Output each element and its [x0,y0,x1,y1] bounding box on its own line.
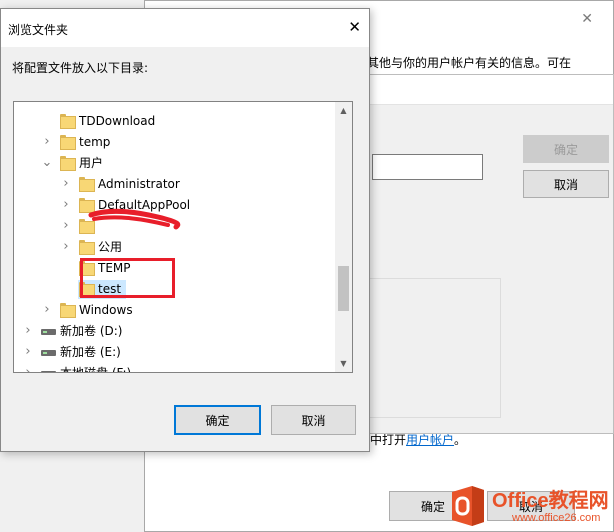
tree-item[interactable]: › 新加卷 (D:) [14,321,334,342]
folder-icon [60,135,76,150]
link-prefix: 中打开 [370,433,407,447]
edit-ok-button: 确定 [523,135,609,163]
tree-item-label: Administrator [98,177,180,191]
tree-item[interactable]: › Administrator [14,174,334,195]
tree-item-label: 新加卷 (D:) [60,324,123,338]
folder-icon [60,156,76,171]
user-accounts-link[interactable]: 用户帐户 [406,433,454,447]
edit-cancel-button[interactable]: 取消 [523,170,609,198]
folder-icon [60,303,76,318]
chevron-right-icon[interactable]: › [60,177,72,191]
chevron-down-icon[interactable]: ⌄ [41,156,53,170]
folder-icon [79,240,95,255]
tree-item-label: temp [79,135,111,149]
highlight-box [80,258,175,298]
tree-item[interactable]: ⌄ 用户 [14,153,334,174]
tree-item-label: 用户 [79,156,104,170]
browse-folder-dialog: 浏览文件夹 ✕ 将配置文件放入以下目录: TDDownload › temp ⌄ 用户 ›… [0,8,370,452]
profile-description-text: 其他与你的用户帐户有关的信息。可在 [367,56,572,70]
tree-item-label: 新加卷 (E:) [60,345,121,359]
options-groupbox [363,278,501,418]
folder-icon [60,114,76,129]
scroll-up-icon[interactable]: ▲ [335,102,352,119]
drive-icon [41,324,56,338]
tree-item[interactable]: › 公用 [14,237,334,258]
chevron-right-icon[interactable]: › [60,219,72,233]
name-input[interactable] [372,154,483,180]
chevron-right-icon[interactable]: › [22,345,34,359]
watermark-brand: Office教程网 [492,490,609,512]
tree-scrollbar[interactable]: ▲ ▼ [335,102,352,372]
chevron-right-icon[interactable]: › [60,198,72,212]
tree-item-label: 公用 [98,240,123,254]
folder-tree[interactable]: TDDownload › temp ⌄ 用户 › Administrator › Default… [13,101,353,373]
drive-icon [41,366,56,372]
tree-item-label: TDDownload [79,114,156,128]
tree-item[interactable]: TDDownload [14,111,334,132]
link-suffix: 。 [454,433,467,447]
close-icon[interactable]: ✕ [348,19,361,35]
chevron-right-icon[interactable]: › [22,366,34,373]
tree-item-label: Windows [79,303,133,317]
scroll-thumb[interactable] [338,266,349,311]
folder-icon [79,177,95,192]
chevron-right-icon[interactable]: › [22,324,34,338]
drive-icon [41,345,56,359]
watermark-site: www.office26.com [512,512,601,524]
chevron-right-icon[interactable]: › [41,303,53,317]
watermark: Office教程网 www.office26.com [446,470,614,532]
scroll-down-icon[interactable]: ▼ [335,355,352,372]
cancel-button[interactable]: 取消 [271,405,356,435]
chevron-right-icon[interactable]: › [41,135,53,149]
tree-item[interactable]: › 本地磁盘 (F:) [14,363,334,373]
tree-item[interactable]: › Windows [14,300,334,321]
tree-item[interactable]: › 新加卷 (E:) [14,342,334,363]
redaction-scribble [88,208,181,230]
chevron-right-icon[interactable]: › [60,240,72,254]
office-logo-icon [452,486,484,526]
tree-item[interactable]: › temp [14,132,334,153]
ok-button[interactable]: 确定 [174,405,261,435]
dialog-title: 浏览文件夹 [8,23,69,37]
dialog-prompt: 将配置文件放入以下目录: [12,61,149,75]
tree-item-label: 本地磁盘 (F:) [60,366,132,373]
close-icon[interactable]: ✕ [581,11,593,27]
